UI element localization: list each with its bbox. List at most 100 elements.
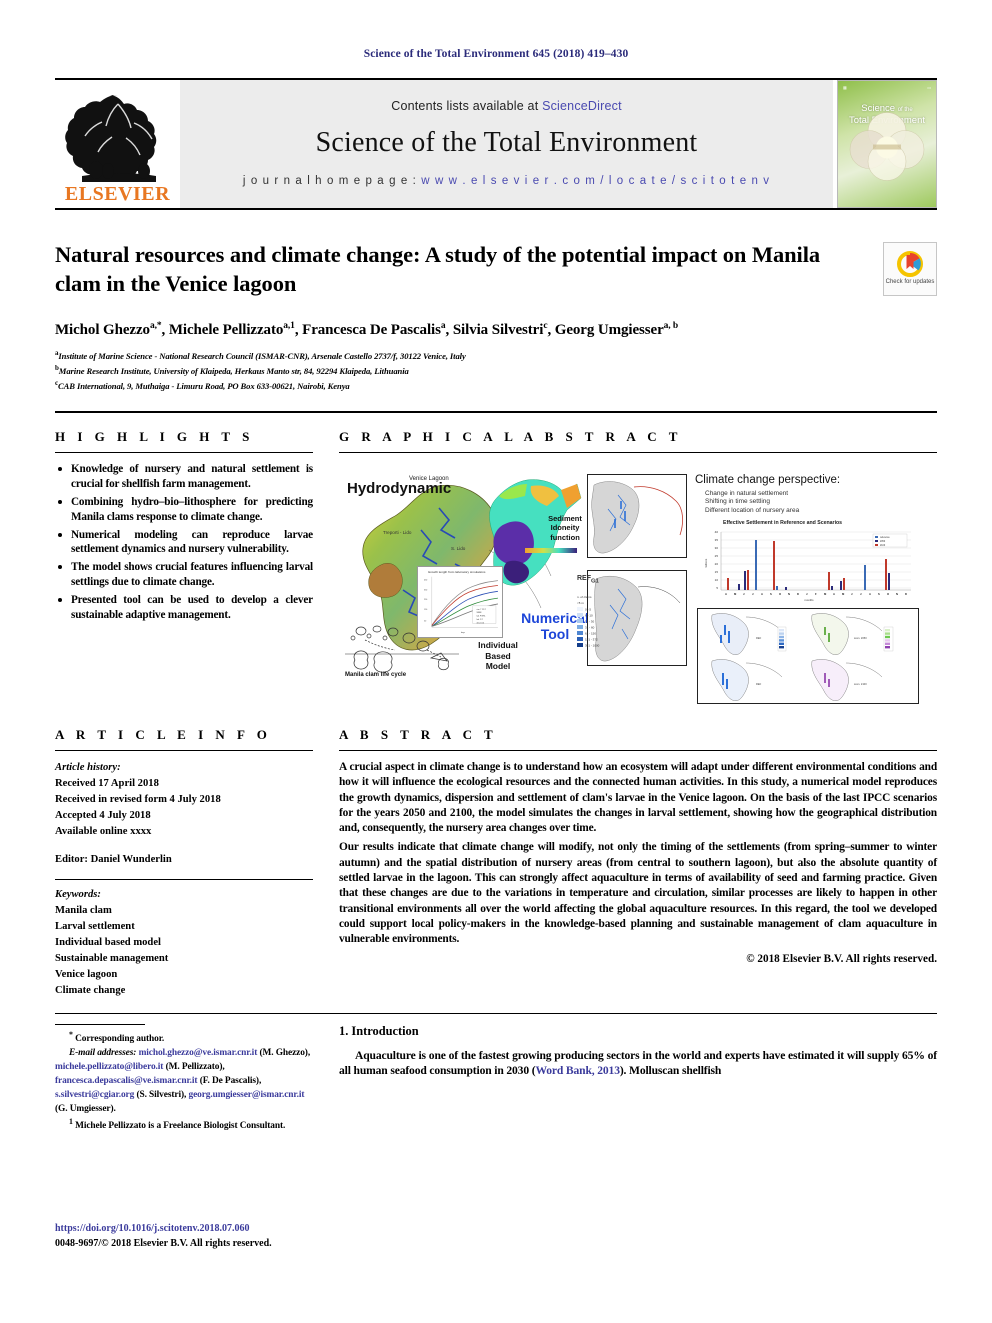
graphical-abstract-heading: G R A P H I C A L A B S T R A C T	[339, 429, 682, 445]
svg-text:N: N	[788, 592, 790, 596]
email-owner-ghezzo: (M. Ghezzo)	[259, 1047, 308, 1058]
body-separator-rule	[55, 1012, 937, 1014]
author-2: Michele Pellizzatoa,1	[168, 320, 295, 338]
abstract-body: A crucial aspect in climate change is to…	[339, 760, 937, 947]
svg-text:J: J	[851, 592, 853, 596]
svg-text:150: 150	[424, 609, 427, 611]
affiliation-a-text: Institute of Marine Science - National R…	[58, 350, 466, 361]
journal-title: Science of the Total Environment	[315, 127, 698, 158]
svg-text:31 - 60: 31 - 60	[585, 626, 595, 630]
doi-link[interactable]: https://doi.org/10.1016/j.scitotenv.2018…	[55, 1222, 272, 1237]
crossmark-label: Check for updates	[885, 279, 935, 286]
graphical-abstract-image: Venice Lagoon Treporti - Lido S. Lido Hy…	[339, 462, 937, 710]
elsevier-tree-icon	[62, 92, 174, 184]
affiliation-c: cCAB International, 9, Muthaiga - Limuru…	[55, 378, 350, 391]
email-link-ghezzo[interactable]: michol.ghezzo@ve.ismar.cnr.it	[139, 1048, 258, 1058]
elsevier-logo: ELSEVIER	[55, 80, 180, 208]
footnote-1-text: Michele Pellizzato is a Freelance Biolog…	[75, 1121, 286, 1132]
svg-text:F: F	[815, 592, 817, 596]
lifecycle-caption: Manila clam life cycle	[345, 672, 407, 678]
ga-cc-heading: Climate change perspective:	[695, 474, 841, 487]
keyword: Climate change	[55, 984, 126, 996]
svg-text:observed: observed	[477, 622, 485, 624]
footnote-1: 1 Michele Pellizzato is a Freelance Biol…	[69, 1117, 286, 1132]
author-list: Michol Ghezzoa,*, Michele Pellizzatoa,1,…	[55, 320, 679, 338]
keyword: Larval settlement	[55, 921, 135, 933]
chart-xlabel: months	[804, 598, 814, 602]
ga-cc-bullet-3: Different location of nursery area	[705, 506, 800, 514]
corresponding-author-note: * Corresponding author.	[69, 1029, 165, 1044]
ga-label-individual-based-model: Individual Based Model	[478, 640, 518, 672]
ga-cc-bullet-2: Shifting in time settling	[705, 498, 771, 506]
svg-text:J: J	[743, 592, 745, 596]
list-item: Presented tool can be used to develop a …	[55, 593, 313, 623]
svg-text:J: J	[752, 592, 754, 596]
history-accepted: Accepted 4 July 2018	[55, 809, 151, 821]
list-item: Knowledge of nursery and natural settlem…	[55, 462, 313, 492]
keyword: Individual based model	[55, 937, 161, 949]
svg-text:D: D	[797, 592, 799, 596]
abstract-copyright: © 2018 Elsevier B.V. All rights reserved…	[746, 953, 937, 966]
svg-text:6 - 10: 6 - 10	[585, 614, 593, 618]
running-head: Science of the Total Environment 645 (20…	[363, 48, 629, 60]
email-link-pellizzato[interactable]: michele.pellizzato@libero.it	[55, 1062, 163, 1072]
svg-text:scen. 2100: scen. 2100	[854, 682, 867, 686]
svg-text:days: days	[461, 632, 465, 634]
graphical-abstract-figure: Venice Lagoon Treporti - Lido S. Lido Hy…	[339, 462, 937, 710]
svg-text:J: J	[806, 592, 808, 596]
affiliation-b: bMarine Research Institute, University o…	[55, 363, 409, 376]
svg-text:<5 m: <5 m	[577, 601, 584, 605]
crossmark-badge[interactable]: Check for updates	[883, 242, 937, 296]
footnote-rule	[55, 1023, 145, 1025]
email-link-silvestri[interactable]: s.silvestri@cgiar.org	[55, 1090, 134, 1100]
journal-masthead: ELSEVIER Contents lists available at Sci…	[55, 80, 937, 208]
highlights-heading: H I G H L I G H T S	[55, 429, 254, 445]
email-link-umgiesser[interactable]: georg.umgiesser@ismar.cnr.it	[189, 1090, 305, 1100]
introduction-column: 1. Introduction Aquaculture is one of th…	[339, 1024, 937, 1134]
contents-label: Contents lists available at	[391, 99, 539, 113]
keywords-rule	[55, 879, 313, 881]
email-owner-silvestri: (S. Silvestri)	[136, 1090, 184, 1101]
title-block: Natural resources and climate change: A …	[55, 210, 937, 393]
highlights-list: Knowledge of nursery and natural settlem…	[55, 462, 313, 623]
graphical-abstract-rule	[339, 452, 937, 454]
corresponding-author-text: Corresponding author.	[75, 1033, 165, 1044]
list-item: The model shows crucial features influen…	[55, 560, 313, 590]
svg-text:S: S	[878, 592, 880, 596]
svg-text:40: 40	[715, 530, 719, 534]
svg-text:lab. 2°C: lab. 2°C	[477, 619, 484, 621]
page-title: Natural resources and climate change: A …	[55, 242, 820, 297]
email-owner-depascalis: (F. De Pascalis)	[199, 1076, 259, 1087]
svg-text:M: M	[734, 592, 737, 596]
introduction-heading: 1. Introduction	[339, 1023, 419, 1038]
citation-word-bank-2013[interactable]: Word Bank, 2013	[535, 1064, 620, 1077]
article-info-rule	[55, 750, 313, 752]
svg-text:sim. T 22°C: sim. T 22°C	[477, 609, 487, 611]
svg-text:0 - 5: 0 - 5	[585, 608, 591, 612]
svg-text:A: A	[725, 592, 727, 596]
cover-petals-graphic	[847, 110, 927, 189]
svg-text:450: 450	[424, 580, 427, 582]
sciencedirect-link[interactable]: ScienceDirect	[542, 99, 622, 113]
author-5: Georg Umgiessera, b	[554, 320, 679, 338]
author-1: Michol Ghezzoa,*	[55, 320, 162, 338]
chart-canvas: 403530 252015 105 millions reference 205…	[704, 530, 911, 602]
journal-homepage-line: j o u r n a l h o m e p a g e : w w w . …	[243, 175, 770, 187]
svg-text:SIMM: SIMM	[477, 612, 482, 614]
issn-copyright: 0048-9697/© 2018 Elsevier B.V. All right…	[55, 1237, 272, 1249]
svg-text:N: N	[896, 592, 898, 596]
footnote-block: * Corresponding author. E-mail addresses…	[55, 1029, 313, 1134]
ga-label-sediment-idoneity: Sediment Idoneity function	[548, 514, 582, 542]
ga-label-hydrodynamic: Hydrodynamic	[347, 480, 452, 498]
svg-text:A: A	[761, 592, 763, 596]
journal-cover-thumbnail: ▦ ▭ Science of the Total Environment	[837, 80, 937, 208]
svg-text:reference: reference	[880, 536, 890, 539]
keyword: Venice lagoon	[55, 968, 118, 980]
homepage-url[interactable]: w w w . e l s e v i e r . c o m / l o c …	[421, 175, 770, 187]
author-3: Francesca De Pascalisa	[302, 320, 446, 338]
list-item: Numerical modeling can reproduce larvae …	[55, 528, 313, 558]
email-link-depascalis[interactable]: francesca.depascalis@ve.ismar.cnr.it	[55, 1076, 198, 1086]
affiliation-b-text: Marine Research Institute, University of…	[58, 365, 409, 376]
crossmark-icon	[897, 251, 923, 278]
svg-text:11 - 30: 11 - 30	[585, 620, 594, 624]
